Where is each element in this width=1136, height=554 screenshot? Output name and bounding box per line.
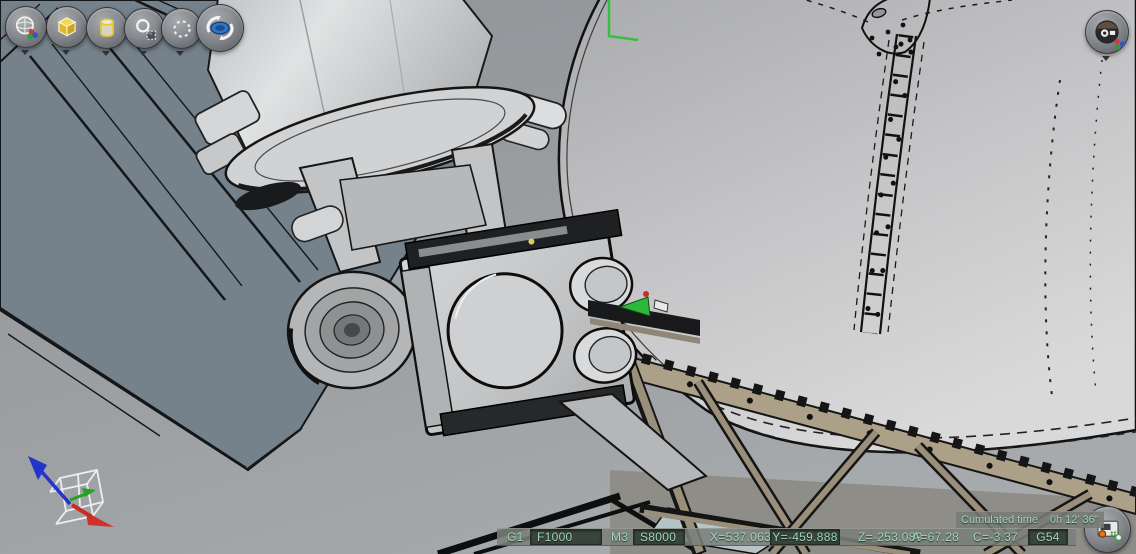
camera-views-dropdown-arrow[interactable] <box>1102 56 1110 61</box>
view-orientation-button[interactable] <box>5 6 47 48</box>
stock-view-dropdown-arrow[interactable] <box>102 51 110 56</box>
rotate-view-icon <box>204 12 236 44</box>
cumulated-time-label: Cumulated time <box>961 514 1038 526</box>
zoom-dropdown-arrow[interactable] <box>139 51 147 56</box>
selection-lasso-icon <box>169 16 195 42</box>
x-position: X=537.063 <box>710 528 771 546</box>
stock-view-button[interactable] <box>86 7 128 49</box>
view-orientation-icon <box>13 14 39 40</box>
a-position: A=67.28 <box>912 528 959 546</box>
lamp-icon <box>1115 534 1121 540</box>
zoom-button[interactable] <box>124 8 165 49</box>
work-offset: G54 <box>1028 529 1068 545</box>
view-orientation-dropdown-arrow[interactable] <box>21 50 29 55</box>
feed-rate-value: F1000 <box>530 529 602 545</box>
cumulated-time-bar: Cumulated time 0h 12' 36'' <box>956 511 1104 528</box>
zoom-icon <box>132 16 158 42</box>
y-position: Y=-459.888 <box>770 529 840 545</box>
camera-views-button[interactable] <box>1085 10 1129 54</box>
selection-dropdown-arrow[interactable] <box>176 51 184 56</box>
solid-view-dropdown-arrow[interactable] <box>62 50 70 55</box>
rotate-view-button[interactable] <box>196 4 244 52</box>
solid-view-button[interactable] <box>46 6 88 48</box>
cumulated-time-value: 0h 12' 36'' <box>1050 514 1099 526</box>
spindle-speed-value: S8000 <box>633 529 685 545</box>
c-position: C=-3.37 <box>973 528 1018 546</box>
stock-cylinder-icon <box>94 15 120 41</box>
viewport-3d-scene[interactable] <box>0 0 1136 554</box>
rgb-axes-badge <box>1113 38 1126 51</box>
spindle-mode: M3 <box>611 528 628 546</box>
nc-status-bar: G1 F1000 M3 S8000 X=537.063 Y=-459.888 Z… <box>497 528 1076 546</box>
solid-cube-icon <box>54 14 80 40</box>
gcode-mode: G1 <box>507 528 524 546</box>
